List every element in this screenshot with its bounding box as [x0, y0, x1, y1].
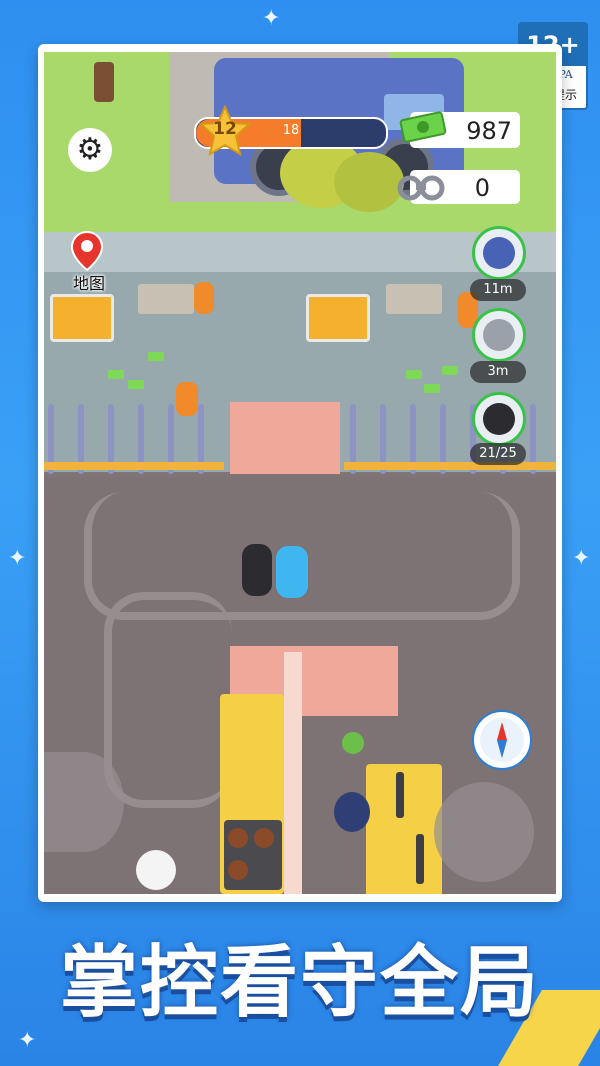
stove — [224, 820, 282, 890]
office-guard — [334, 792, 370, 832]
office-desk — [366, 764, 442, 894]
cash-pile — [424, 384, 440, 393]
cash-value: 987 — [466, 117, 512, 145]
prisoner — [194, 282, 214, 314]
sparkle-icon: ✦ — [262, 6, 281, 31]
sparkle-icon: ✦ — [18, 1028, 37, 1053]
swat-guard — [242, 544, 272, 596]
map-pin-icon — [70, 230, 104, 272]
level-star-icon: 12 — [198, 104, 252, 158]
swat-guard-count: 21/25 — [470, 443, 526, 465]
walkway — [104, 592, 232, 808]
handcuffs-icon — [396, 164, 446, 208]
level-number: 12 — [213, 119, 237, 139]
computer-monitor — [416, 834, 424, 884]
compass-icon — [480, 718, 524, 762]
cash-pile — [128, 380, 144, 389]
chef — [136, 850, 176, 890]
cash-pile — [108, 370, 124, 379]
frying-pan — [228, 828, 248, 848]
compass-button[interactable] — [472, 710, 532, 770]
swat-guard-skill[interactable] — [472, 392, 526, 446]
hire-police-skill[interactable] — [472, 226, 526, 280]
computer-monitor — [396, 772, 404, 818]
hire-police-timer: 11m — [470, 279, 526, 301]
settings-button[interactable]: ⚙ — [68, 128, 112, 172]
bed — [50, 294, 114, 342]
sparkle-icon: ✦ — [572, 546, 591, 571]
guard-upgrade-floor-button[interactable] — [434, 782, 534, 882]
player-police-officer — [276, 546, 308, 598]
desk — [386, 284, 442, 314]
cash-pile — [406, 370, 422, 379]
frying-pan — [228, 860, 248, 880]
canteen-floor-button[interactable] — [44, 752, 124, 852]
handcuffs-value: 0 — [474, 174, 490, 202]
fence — [44, 404, 224, 474]
frying-pan — [254, 828, 274, 848]
police-officer-icon — [483, 237, 515, 269]
cash-pile — [442, 366, 458, 375]
handcuffs-skill[interactable] — [472, 308, 526, 362]
gear-icon: ⚙ — [76, 132, 104, 167]
handcuffs-timer: 3m — [470, 361, 526, 383]
cell-divider — [230, 402, 340, 474]
promo-slogan: 掌控看守全局 — [59, 938, 540, 1028]
handcuffs-plus-icon — [483, 319, 515, 351]
bed — [306, 294, 370, 342]
room-wall — [284, 652, 302, 894]
map-label[interactable]: 地图 — [66, 270, 112, 294]
potted-plant — [342, 732, 364, 754]
cash-icon — [398, 108, 448, 146]
map-button[interactable] — [70, 230, 104, 272]
tree-trunk — [94, 62, 114, 102]
sparkle-icon: ✦ — [8, 546, 27, 571]
swat-guard-icon — [483, 403, 515, 435]
cash-pile — [148, 352, 164, 361]
desk — [138, 284, 194, 314]
tree — [334, 152, 404, 212]
